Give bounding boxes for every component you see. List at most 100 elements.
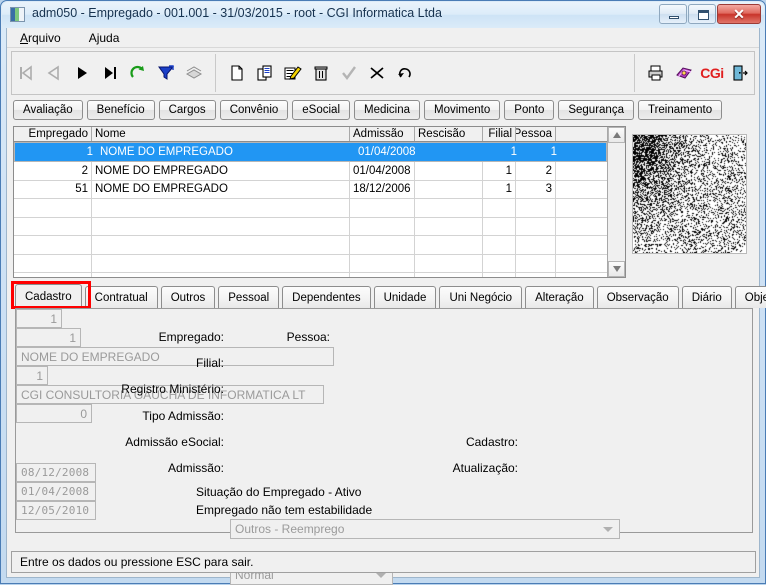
minimize-icon (669, 16, 679, 19)
table-row-empty[interactable] (14, 255, 607, 274)
cell-empty (415, 199, 483, 217)
application-window: adm050 - Empregado - 001.001 - 31/03/201… (0, 0, 766, 584)
next-record-button[interactable] (68, 57, 96, 89)
tipo-admissao-value: Outros - Reemprego (235, 522, 344, 536)
employee-grid[interactable]: Empregado Nome Admissão Rescisão Filial … (13, 126, 626, 278)
close-button[interactable]: ✕ (717, 4, 761, 24)
scroll-down-button[interactable] (608, 261, 625, 277)
cell-empty (415, 236, 483, 254)
module-button-esocial[interactable]: eSocial (292, 100, 350, 120)
edit-button-group (223, 52, 419, 94)
confirm-button[interactable] (335, 57, 363, 89)
table-row[interactable]: 51 NOME DO EMPREGADO 18/12/2006 1 3 (14, 181, 607, 200)
tab-outros[interactable]: Outros (161, 286, 216, 308)
edit-record-button[interactable] (279, 57, 307, 89)
close-icon: ✕ (718, 5, 760, 23)
tab-uni-negocio[interactable]: Uni Negócio (439, 286, 522, 308)
tab-unidade[interactable]: Unidade (374, 286, 437, 308)
empregado-field[interactable]: 1 (16, 309, 62, 328)
cell-filial: 1 (483, 162, 516, 180)
atualizacao-label: Atualização: (453, 461, 518, 475)
grid-scrollbar[interactable] (607, 127, 625, 277)
tipo-admissao-select[interactable]: Outros - Reemprego (230, 519, 620, 539)
grid-column-empregado[interactable]: Empregado (14, 127, 92, 141)
delete-record-button[interactable] (307, 57, 335, 89)
maximize-button[interactable] (688, 4, 716, 24)
cell-empty (516, 218, 556, 236)
grid-column-admissao[interactable]: Admissão (350, 127, 415, 141)
previous-record-button[interactable] (40, 57, 68, 89)
help-book-button[interactable] (670, 57, 698, 89)
module-button-seguranca[interactable]: Segurança (558, 100, 634, 120)
cancel-button[interactable] (363, 57, 391, 89)
module-button-beneficio[interactable]: Benefício (87, 100, 155, 120)
module-button-ponto[interactable]: Ponto (504, 100, 554, 120)
cadastro-panel: Empregado: 1 Pessoa: 1 NOME DO EMPREGADO… (15, 308, 753, 533)
registro-ministerio-label: Registro Ministério: (121, 382, 224, 396)
admissao-field[interactable]: 01/04/2008 (16, 482, 96, 501)
cell-empty (92, 236, 350, 254)
cell-admissao: 18/12/2006 (350, 181, 415, 199)
grid-column-pessoa[interactable]: Pessoa (516, 127, 556, 141)
filter-button[interactable] (152, 57, 180, 89)
exit-button[interactable] (726, 57, 754, 89)
tipo-admissao-label: Tipo Admissão: (142, 409, 224, 423)
table-row-empty[interactable] (14, 273, 607, 278)
cell-empty (92, 199, 350, 217)
tab-strip: Cadastro Contratual Outros Pessoal Depen… (15, 284, 753, 308)
cell-empty (14, 255, 92, 273)
grid-column-filial[interactable]: Filial (483, 127, 516, 141)
toolbar-separator-1 (215, 54, 216, 92)
atualizacao-field[interactable]: 12/05/2010 (16, 501, 96, 520)
new-record-button[interactable] (223, 57, 251, 89)
menu-item-ajuda[interactable]: Ajuda (86, 30, 123, 46)
undo-button[interactable] (391, 57, 419, 89)
tab-contratual[interactable]: Contratual (85, 286, 158, 308)
table-row-empty[interactable] (14, 236, 607, 255)
tab-alteracao[interactable]: Alteração (525, 286, 594, 308)
table-row[interactable]: 2 NOME DO EMPREGADO 01/04/2008 1 2 (14, 162, 607, 181)
cell-nome: NOME DO EMPREGADO (92, 162, 350, 180)
tab-diario[interactable]: Diário (682, 286, 732, 308)
cell-rescisao (415, 162, 483, 180)
module-button-cargos[interactable]: Cargos (159, 100, 216, 120)
minimize-button[interactable] (659, 4, 687, 24)
module-button-avaliacao[interactable]: Avaliação (13, 100, 83, 120)
cell-empty (483, 273, 516, 278)
cell-empregado: 51 (14, 181, 92, 199)
tab-dependentes[interactable]: Dependentes (282, 286, 370, 308)
cell-pessoa: 1 (521, 145, 561, 159)
window-controls: ✕ (659, 4, 761, 24)
menu-bar: Arquivo Ajuda (7, 28, 759, 48)
table-row-empty[interactable] (14, 199, 607, 218)
grid-column-rescisao[interactable]: Rescisão (415, 127, 483, 141)
filial-label: Filial: (196, 356, 224, 370)
grid-body: 1 NOME DO EMPREGADO 01/04/2008 1 1 2 NOME DO E… (14, 142, 607, 278)
table-row-empty[interactable] (14, 218, 607, 237)
last-record-button[interactable] (96, 57, 124, 89)
tab-cadastro[interactable]: Cadastro (15, 284, 82, 308)
chevron-down-icon (376, 573, 386, 578)
module-button-movimento[interactable]: Movimento (424, 100, 500, 120)
scroll-up-button[interactable] (608, 127, 625, 143)
stack-button[interactable] (180, 57, 208, 89)
tab-observacao[interactable]: Observação (597, 286, 679, 308)
module-button-medicina[interactable]: Medicina (354, 100, 420, 120)
tab-pessoal[interactable]: Pessoal (218, 286, 279, 308)
menu-item-arquivo[interactable]: Arquivo (17, 30, 64, 46)
copy-record-button[interactable] (251, 57, 279, 89)
situacao-text: Situação do Empregado - Ativo (196, 485, 361, 499)
grid-column-nome[interactable]: Nome (92, 127, 350, 141)
first-record-button[interactable] (12, 57, 40, 89)
refresh-button[interactable] (124, 57, 152, 89)
table-row[interactable]: 1 NOME DO EMPREGADO 01/04/2008 1 1 (14, 142, 607, 162)
module-button-convenio[interactable]: Convênio (220, 100, 289, 120)
module-button-treinamento[interactable]: Treinamento (638, 100, 722, 120)
empregado-label: Empregado: (159, 330, 224, 344)
cgi-logo-button[interactable]: CGi (698, 57, 726, 89)
cell-empty (415, 273, 483, 278)
records-area: Empregado Nome Admissão Rescisão Filial … (13, 126, 753, 278)
tab-objetos[interactable]: Objetos (735, 286, 766, 308)
cell-empty (415, 255, 483, 273)
print-button[interactable] (642, 57, 670, 89)
